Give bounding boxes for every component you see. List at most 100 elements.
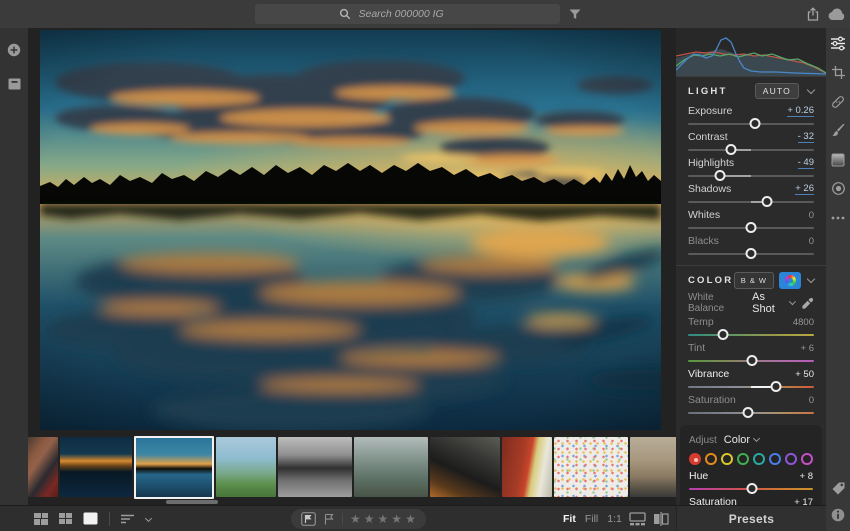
filter-icon[interactable] [566, 6, 584, 22]
thumbnail-lake-sunset-dark[interactable] [60, 437, 132, 497]
slider-knob[interactable] [714, 170, 725, 181]
linear-gradient-icon[interactable] [830, 151, 847, 168]
color-dot-6[interactable] [785, 453, 797, 465]
wb-dropdown[interactable]: As Shot [752, 291, 795, 315]
keywords-tag-icon[interactable] [830, 480, 847, 497]
slider-track[interactable] [688, 406, 814, 420]
slider-knob[interactable] [718, 329, 729, 340]
before-after-icon[interactable] [653, 512, 669, 526]
star-icon[interactable]: ★ [405, 513, 416, 525]
slider-saturation[interactable]: Saturation+ 17 [689, 496, 813, 505]
slider-highlights[interactable]: Highlights- 49 [688, 157, 814, 183]
add-photos-icon[interactable] [0, 36, 28, 64]
thumbnail-sticky-notes[interactable] [554, 437, 628, 497]
filmstrip-scrollbar[interactable] [166, 500, 218, 504]
star-icon[interactable]: ★ [350, 513, 361, 525]
color-dot-1[interactable] [705, 453, 717, 465]
thumbnail-photographer[interactable] [28, 437, 58, 497]
color-dot-3[interactable] [737, 453, 749, 465]
slider-shadows[interactable]: Shadows+ 26 [688, 183, 814, 209]
slider-track[interactable] [688, 354, 814, 368]
color-section-header: COLOR B & W [676, 268, 826, 292]
slider-track[interactable] [688, 380, 814, 394]
slider-hue[interactable]: Hue+ 8 [689, 470, 813, 496]
slider-track[interactable] [688, 195, 814, 209]
search-input[interactable] [357, 7, 477, 21]
filmstrip-toggle-icon[interactable] [629, 512, 646, 526]
thumbnail-red-booth[interactable] [502, 437, 552, 497]
cloud-sync-icon[interactable] [827, 5, 847, 23]
slider-track[interactable] [688, 143, 814, 157]
slider-knob[interactable] [747, 483, 758, 494]
color-dot-2[interactable] [721, 453, 733, 465]
slider-exposure[interactable]: Exposure+ 0.26 [688, 105, 814, 131]
color-dot-7[interactable] [801, 453, 813, 465]
pick-flag-icon[interactable] [301, 512, 316, 526]
slider-blacks[interactable]: Blacks0 [688, 235, 814, 261]
histogram[interactable] [676, 28, 826, 76]
share-icon[interactable] [804, 5, 822, 23]
slider-knob[interactable] [762, 196, 773, 207]
slider-knob[interactable] [746, 222, 757, 233]
adjust-mode-dropdown[interactable]: Color [724, 434, 759, 446]
slider-knob[interactable] [725, 144, 736, 155]
thumbnail-smoke[interactable] [430, 437, 500, 497]
search-box[interactable] [255, 4, 560, 24]
slider-track[interactable] [688, 169, 814, 183]
slider-whites[interactable]: Whites0 [688, 209, 814, 235]
slider-knob[interactable] [743, 407, 754, 418]
chevron-down-icon[interactable] [807, 85, 815, 93]
thumbnail-island-bw[interactable] [278, 437, 352, 497]
eyedropper-icon[interactable] [801, 297, 814, 310]
info-icon[interactable] [830, 506, 847, 523]
collections-icon[interactable] [0, 70, 28, 98]
presets-button[interactable]: Presets [676, 505, 826, 531]
slider-saturation[interactable]: Saturation0 [688, 394, 814, 420]
grid-view-icon[interactable] [34, 513, 48, 525]
slider-track[interactable] [689, 482, 813, 496]
crop-icon[interactable] [830, 64, 847, 81]
slider-contrast[interactable]: Contrast- 32 [688, 131, 814, 157]
brush-icon[interactable] [830, 122, 847, 139]
color-dot-4[interactable] [753, 453, 765, 465]
slider-tint[interactable]: Tint+ 6 [688, 342, 814, 368]
slider-knob[interactable] [746, 248, 757, 259]
star-icon[interactable]: ★ [364, 513, 375, 525]
thumbnail-pontoon-boat[interactable] [216, 437, 276, 497]
detail-view-icon[interactable] [83, 512, 98, 525]
reject-flag-icon[interactable] [323, 513, 335, 526]
slider-temp[interactable]: Temp4800 [688, 316, 814, 342]
slider-value: + 17 [794, 497, 813, 506]
auto-button[interactable]: AUTO [755, 83, 799, 99]
star-icon[interactable]: ★ [391, 513, 402, 525]
edit-sliders-icon[interactable] [830, 35, 847, 52]
slider-knob[interactable] [771, 381, 782, 392]
color-dot-0[interactable] [689, 453, 701, 465]
slider-knob[interactable] [749, 118, 760, 129]
slider-track[interactable] [688, 117, 814, 131]
sort-chevron-icon[interactable] [145, 515, 152, 522]
star-rating[interactable]: ★★★★★ [350, 513, 416, 525]
radial-gradient-icon[interactable] [830, 180, 847, 197]
thumbnail-city-street[interactable] [354, 437, 428, 497]
zoom-mode-fill[interactable]: Fill [585, 513, 598, 525]
slider-vibrance[interactable]: Vibrance+ 50 [688, 368, 814, 394]
sort-icon[interactable] [121, 514, 135, 524]
more-tools-icon[interactable] [830, 209, 847, 226]
chevron-down-icon[interactable] [807, 274, 815, 282]
zoom-mode-fit[interactable]: Fit [563, 513, 576, 525]
thumbnail-lake-sunset-selected[interactable] [134, 436, 214, 499]
slider-track[interactable] [688, 221, 814, 235]
star-icon[interactable]: ★ [378, 513, 389, 525]
slider-track[interactable] [688, 328, 814, 342]
zoom-mode-1:1[interactable]: 1:1 [607, 513, 622, 525]
bw-button[interactable]: B & W [734, 272, 774, 289]
color-mode-button[interactable] [779, 272, 801, 289]
color-dot-5[interactable] [769, 453, 781, 465]
slider-track[interactable] [688, 247, 814, 261]
healing-brush-icon[interactable] [830, 93, 847, 110]
thumbnail-building-facade[interactable] [630, 437, 676, 497]
main-photo[interactable] [40, 30, 661, 430]
slider-knob[interactable] [747, 355, 758, 366]
square-grid-view-icon[interactable] [59, 513, 72, 525]
